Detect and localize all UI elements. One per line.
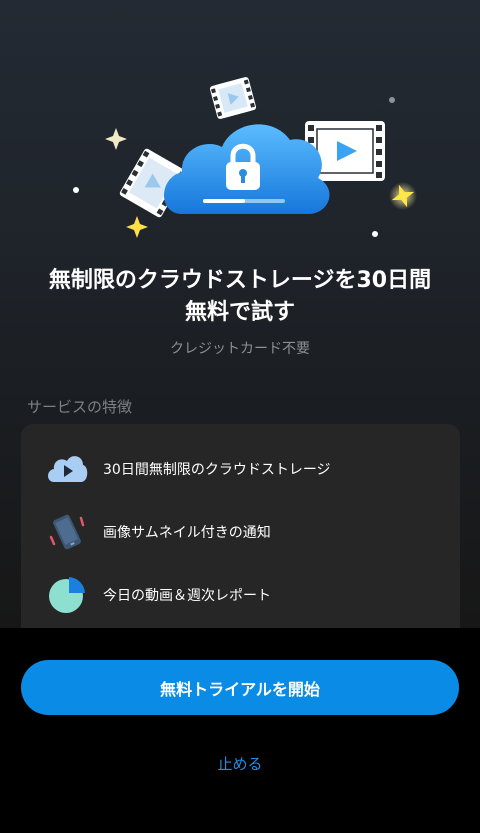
star-dot-icon bbox=[389, 97, 395, 103]
bottom-action-panel: 無料トライアルを開始 止める bbox=[0, 628, 480, 833]
feature-label: 今日の動画＆週次レポート bbox=[103, 588, 271, 604]
cloud-play-icon bbox=[48, 456, 88, 482]
no-credit-card-note: クレジットカード不要 bbox=[170, 341, 310, 357]
feature-label: 画像サムネイル付きの通知 bbox=[103, 525, 271, 541]
feature-item-cloud-storage: 30日間無制限のクラウドストレージ bbox=[21, 443, 460, 493]
paywall-screen: 無制限のクラウドストレージを30日間 無料で試す クレジットカード不要 サービス… bbox=[0, 0, 480, 833]
star-dot-icon bbox=[73, 187, 79, 193]
features-card: 30日間無制限のクラウドストレージ 画像サムネイル付きの通知 今日の動画＆週次レ… bbox=[21, 424, 460, 654]
phone-vibrate-icon bbox=[49, 514, 85, 550]
headline-line-2: 無料で試す bbox=[184, 300, 295, 325]
stop-link[interactable]: 止める bbox=[0, 753, 480, 774]
star-dot-icon bbox=[372, 231, 378, 237]
feature-label: 30日間無制限のクラウドストレージ bbox=[103, 462, 331, 478]
features-section-title: サービスの特徴 bbox=[27, 398, 133, 416]
feature-item-notifications: 画像サムネイル付きの通知 bbox=[21, 506, 460, 556]
cloud-lock-icon bbox=[164, 124, 330, 214]
upload-progress-icon bbox=[203, 199, 285, 203]
hero-illustration bbox=[73, 77, 417, 238]
pie-chart-icon bbox=[49, 577, 85, 613]
feature-item-reports: 今日の動画＆週次レポート bbox=[21, 569, 460, 619]
page-title: 無制限のクラウドストレージを30日間 無料で試す bbox=[0, 265, 480, 329]
film-strip-icon bbox=[209, 77, 257, 119]
start-free-trial-button[interactable]: 無料トライアルを開始 bbox=[21, 660, 459, 715]
sparkle-icon bbox=[105, 128, 127, 150]
sparkle-icon bbox=[389, 182, 417, 210]
headline-line-1: 無制限のクラウドストレージを30日間 bbox=[48, 268, 432, 293]
sparkle-icon bbox=[126, 216, 148, 238]
